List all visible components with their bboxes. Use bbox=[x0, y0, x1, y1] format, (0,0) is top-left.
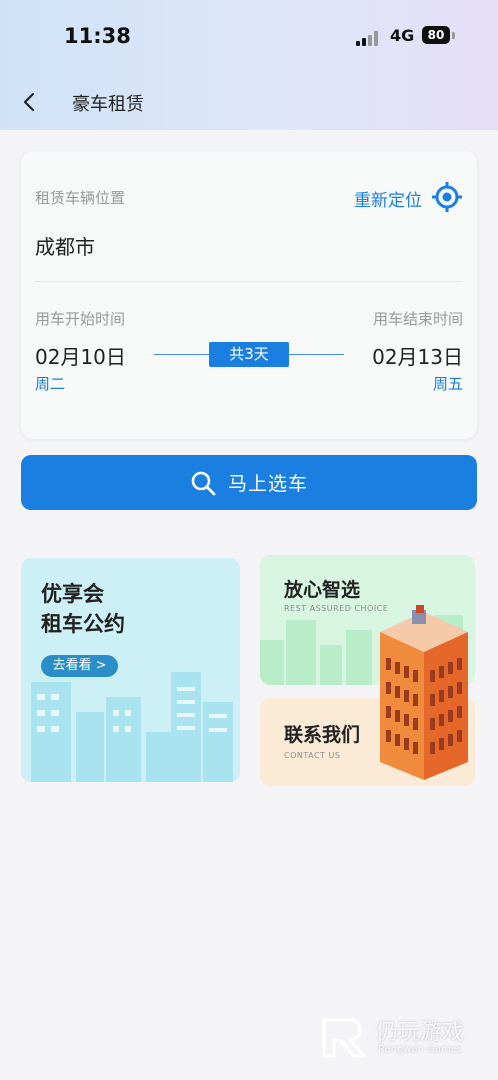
location-label: 租赁车辆位置 bbox=[35, 189, 126, 207]
view-more-button[interactable]: 去看看 > bbox=[41, 655, 118, 677]
status-bar: 11:38 4G 80 bbox=[0, 24, 498, 52]
divider bbox=[35, 281, 463, 282]
promo-br-title: 联系我们 bbox=[284, 724, 361, 746]
duration-badge: 共3天 bbox=[209, 342, 289, 367]
select-car-button[interactable]: 马上选车 bbox=[21, 455, 477, 510]
start-date[interactable]: 02月10日 bbox=[35, 341, 126, 370]
watermark-subtext: Rengwan Games bbox=[378, 1044, 463, 1055]
start-time-label: 用车开始时间 bbox=[35, 310, 126, 328]
promo-br-subtitle: CONTACT US bbox=[284, 751, 341, 760]
status-time: 11:38 bbox=[64, 24, 131, 48]
promo-tr-title: 放心智选 bbox=[284, 579, 361, 601]
battery-icon: 80 bbox=[422, 26, 450, 44]
promo-rental-agreement[interactable]: 优享会 租车公约 去看看 > bbox=[21, 558, 240, 782]
watermark-logo-icon bbox=[322, 1018, 368, 1058]
city-field[interactable]: 成都市 bbox=[35, 231, 95, 260]
relocate-button[interactable]: 重新定位 bbox=[354, 186, 422, 211]
watermark-text: 仍玩游戏 bbox=[376, 1020, 465, 1045]
end-weekday: 周五 bbox=[432, 375, 463, 393]
page-title: 豪车租赁 bbox=[72, 94, 144, 115]
network-label: 4G bbox=[390, 26, 415, 45]
end-time-label: 用车结束时间 bbox=[372, 310, 463, 328]
battery-tip bbox=[452, 32, 455, 39]
promo-tr-subtitle: REST ASSURED CHOICE bbox=[284, 604, 389, 613]
header: 11:38 4G 80 豪车租赁 bbox=[0, 0, 498, 130]
locate-icon[interactable] bbox=[431, 181, 463, 213]
search-icon bbox=[191, 471, 216, 495]
end-date[interactable]: 02月13日 bbox=[372, 341, 463, 370]
booking-card: 租赁车辆位置 重新定位 成都市 用车开始时间 用车结束时间 02月10日 周二 … bbox=[21, 151, 477, 439]
promo-left-line1: 优享会 bbox=[41, 582, 104, 606]
signal-icon bbox=[356, 30, 382, 46]
watermark: 仍玩游戏 Rengwan Games bbox=[320, 1012, 480, 1062]
duration-line-right bbox=[289, 354, 344, 355]
start-weekday: 周二 bbox=[35, 375, 66, 393]
promo-left-line2: 租车公约 bbox=[41, 612, 125, 636]
duration-line-left bbox=[154, 354, 210, 355]
building-illustration bbox=[380, 605, 468, 780]
back-arrow-icon[interactable] bbox=[20, 90, 40, 114]
select-car-label: 马上选车 bbox=[227, 473, 308, 495]
